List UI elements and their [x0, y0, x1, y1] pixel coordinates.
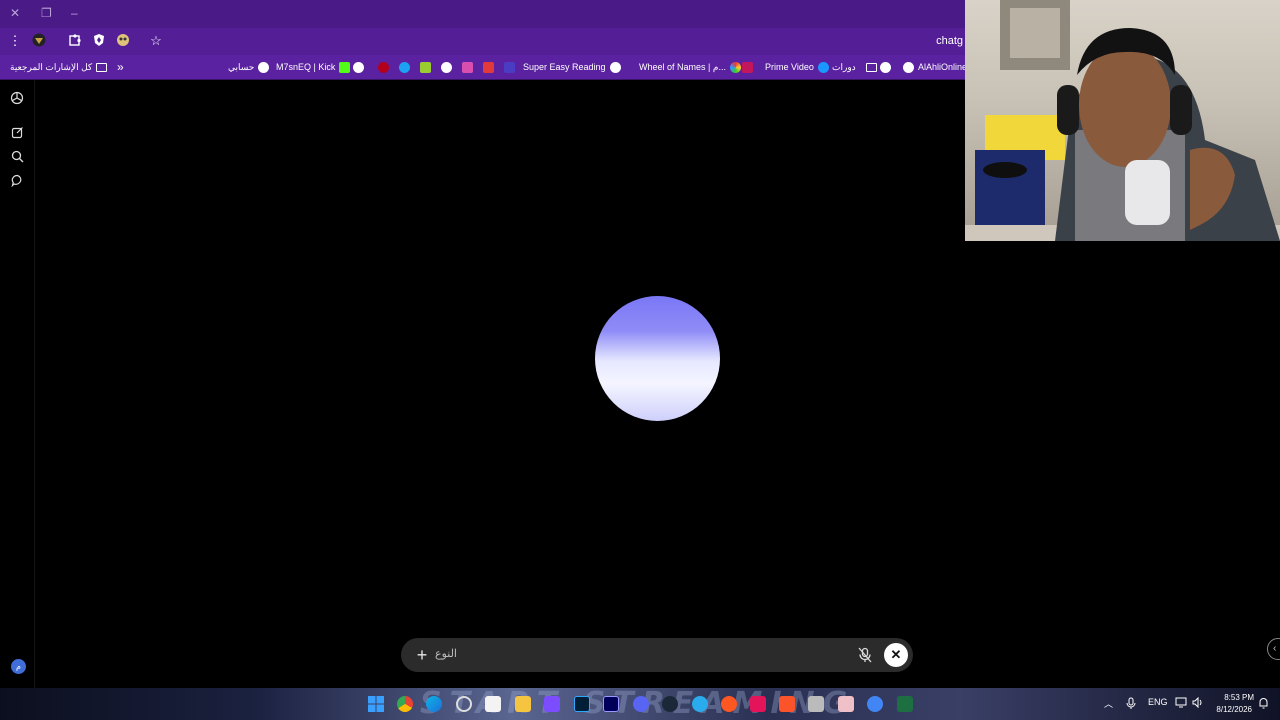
minimize-window-icon[interactable]: –	[71, 6, 78, 20]
bookmark-label: M7snEQ | Kick	[276, 62, 336, 72]
wheel-icon	[729, 61, 741, 73]
browser-toolbar: ⋮ ☆ chatg	[0, 28, 965, 55]
sidebar: م	[0, 80, 35, 688]
bookmark-item[interactable]: حسابي	[228, 59, 270, 75]
red-circle-icon[interactable]	[378, 61, 389, 73]
bookmark-label: Super Easy Reading	[523, 62, 606, 72]
owl-extension-icon[interactable]	[115, 33, 131, 49]
pink-app-icon[interactable]	[838, 696, 854, 712]
bookmarks-bar: كل الإشارات المرجعية » حسابي M7snEQ | Ki…	[0, 55, 967, 80]
voice-composer: + النوع ✕	[401, 638, 913, 672]
folder-icon	[96, 62, 108, 72]
search-icon[interactable]	[9, 148, 25, 164]
network-icon[interactable]	[1175, 697, 1187, 710]
file-explorer-icon[interactable]	[515, 696, 531, 712]
globe-icon	[880, 61, 891, 73]
telegram-icon[interactable]	[692, 696, 708, 712]
bookmark-label: دورات	[832, 61, 856, 72]
bookmark-favicon-row	[353, 59, 515, 75]
expand-panel-icon[interactable]: ‹	[1267, 638, 1280, 660]
chrome-icon[interactable]	[397, 696, 413, 712]
tray-expand-icon[interactable]: ︿	[1104, 697, 1113, 710]
a-app-icon[interactable]	[750, 696, 766, 712]
bookmark-star-icon[interactable]: ☆	[148, 33, 164, 49]
bookmarks-overflow-chevron[interactable]: »	[117, 59, 124, 75]
bookmark-item[interactable]: Super Easy Reading	[523, 59, 621, 75]
bookmark-label: AlAhliOnline	[918, 62, 968, 72]
add-attachment-button[interactable]: +	[411, 644, 433, 666]
discord-icon[interactable]	[633, 696, 649, 712]
mute-microphone-icon[interactable]	[856, 646, 874, 664]
bookmark-item[interactable]	[880, 59, 891, 75]
new-chat-icon[interactable]	[9, 124, 25, 140]
microphone-icon[interactable]	[1126, 697, 1136, 711]
edge-browser-icon[interactable]	[426, 696, 442, 712]
bookmark-label: حسابي	[228, 61, 255, 72]
clock-date[interactable]: 8/12/2026	[1210, 705, 1252, 714]
streamer-camera-image	[965, 0, 1280, 241]
globe-icon[interactable]	[353, 61, 364, 73]
openai-logo-icon[interactable]	[9, 90, 25, 106]
address-bar-url[interactable]: chatg	[936, 35, 963, 47]
menu-icon[interactable]: ⋮	[7, 33, 23, 49]
webcam-overlay	[965, 0, 1280, 241]
bookmark-item[interactable]: Prime Video	[742, 59, 829, 75]
bookmark-item[interactable]: AlAhliOnline	[903, 59, 967, 75]
purple-app-icon[interactable]	[504, 61, 515, 73]
end-voice-button[interactable]: ✕	[884, 643, 908, 667]
bookmark-folder[interactable]: دورات	[832, 59, 877, 75]
clock-time[interactable]: 8:53 PM	[1214, 693, 1254, 702]
obs-icon[interactable]	[456, 696, 472, 712]
windows-taskbar: START STREAMING ︿ ENG 8:53 PM 8/12/2026	[0, 688, 1280, 720]
media-icon[interactable]	[462, 61, 473, 73]
microsoft-store-icon[interactable]	[485, 696, 501, 712]
bookmark-item[interactable]: Wheel of Names | م...	[639, 59, 741, 75]
globe-icon	[903, 61, 914, 73]
orange-app-icon[interactable]	[721, 696, 737, 712]
all-bookmarks-label: كل الإشارات المرجعية	[10, 61, 93, 72]
notifications-icon[interactable]	[1258, 697, 1269, 711]
shield-extension-icon[interactable]	[91, 33, 107, 49]
restore-window-icon[interactable]: ❐	[41, 6, 52, 20]
photoshop-icon[interactable]	[574, 696, 590, 712]
bookmark-label: Prime Video	[765, 62, 814, 72]
excel-icon[interactable]	[897, 696, 913, 712]
avatar[interactable]: م	[11, 659, 26, 674]
chat-bubble-icon[interactable]	[9, 172, 25, 188]
globe-icon[interactable]	[441, 61, 452, 73]
edge-icon[interactable]	[399, 61, 410, 73]
extensions-puzzle-icon[interactable]	[67, 33, 83, 49]
all-bookmarks-folder[interactable]: كل الإشارات المرجعية	[10, 59, 108, 75]
premiere-icon[interactable]	[603, 696, 619, 712]
grey-app-icon[interactable]	[808, 696, 824, 712]
volume-icon[interactable]	[1192, 696, 1204, 710]
browser-titlebar: ✕ ❐ –	[0, 0, 965, 28]
media-icon	[742, 61, 753, 73]
close-window-icon[interactable]: ✕	[10, 6, 20, 20]
steam-icon[interactable]	[662, 696, 678, 712]
bookmark-label: Wheel of Names | م...	[639, 61, 726, 72]
globe-icon	[258, 61, 270, 73]
globe-icon	[609, 61, 621, 73]
prime-video-icon	[817, 61, 829, 73]
extension-profile-icon[interactable]	[31, 33, 47, 49]
folder-icon	[865, 62, 877, 72]
composer-placeholder[interactable]: النوع	[435, 647, 457, 660]
voice-orb	[595, 296, 720, 421]
kick-icon	[339, 61, 351, 73]
letter-a-icon[interactable]	[483, 61, 494, 73]
chrome-profile-icon[interactable]	[867, 696, 883, 712]
bookmark-item[interactable]: M7snEQ | Kick	[276, 59, 351, 75]
windows-start-icon[interactable]	[368, 696, 384, 712]
visual-studio-icon[interactable]	[544, 696, 560, 712]
download-icon[interactable]	[420, 61, 431, 73]
language-indicator[interactable]: ENG	[1148, 697, 1168, 707]
brave-icon[interactable]	[779, 696, 795, 712]
